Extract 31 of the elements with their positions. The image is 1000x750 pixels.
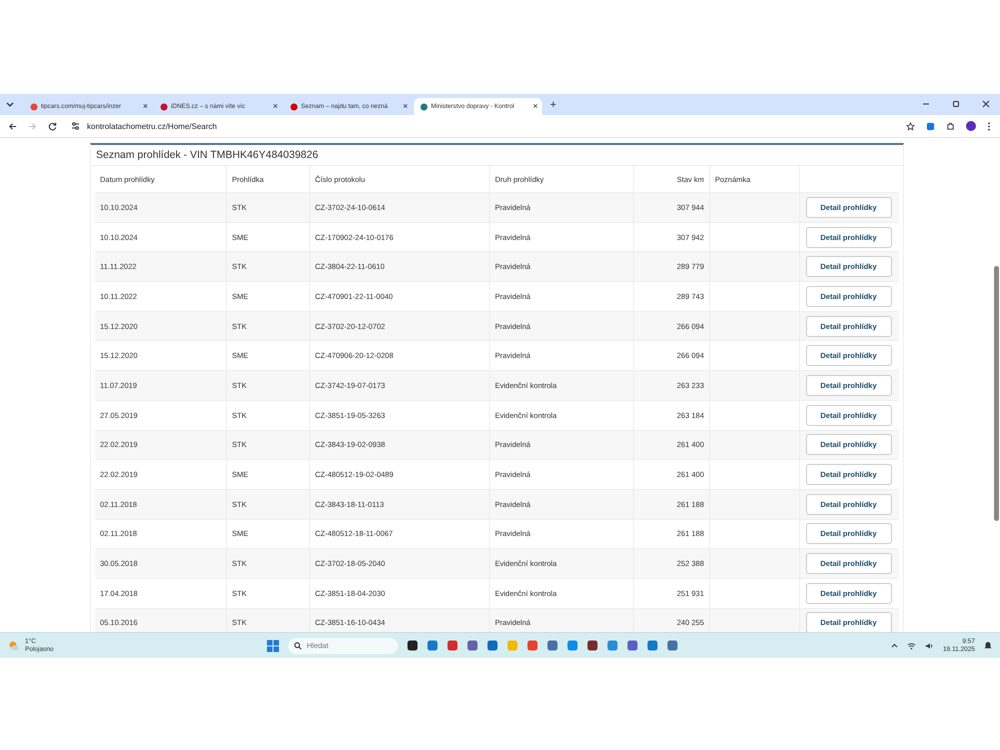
- favicon-icon: [420, 102, 428, 110]
- site-settings-icon[interactable]: [71, 122, 80, 130]
- close-tab-button[interactable]: ×: [532, 102, 538, 111]
- windows-start-icon[interactable]: [266, 640, 279, 652]
- close-icon[interactable]: [982, 100, 990, 108]
- avatar-icon[interactable]: [966, 121, 976, 131]
- address-bar[interactable]: kontrolatachometru.cz/Home/Search: [68, 118, 715, 134]
- favicon-icon: [30, 102, 38, 110]
- star-icon[interactable]: [906, 122, 915, 130]
- reload-icon[interactable]: [48, 122, 57, 130]
- app-icon[interactable]: [586, 640, 598, 651]
- scrollbar-thumb[interactable]: [994, 266, 999, 521]
- chevron-up-icon[interactable]: [890, 643, 898, 648]
- favicon-icon: [160, 102, 168, 110]
- back-icon[interactable]: [8, 122, 17, 130]
- tab-list-icon[interactable]: [6, 102, 14, 108]
- close-tab-button[interactable]: ×: [402, 102, 408, 111]
- wifi-icon[interactable]: [906, 642, 916, 650]
- menu-icon[interactable]: [987, 122, 991, 130]
- restore-icon[interactable]: [952, 100, 960, 108]
- favicon-icon: [290, 102, 298, 110]
- notification-icon[interactable]: [984, 641, 992, 650]
- new-tab-button[interactable]: +: [550, 99, 556, 111]
- speaker-icon[interactable]: [924, 642, 934, 650]
- puzzle-icon[interactable]: [946, 122, 955, 130]
- close-tab-button[interactable]: ×: [142, 102, 148, 111]
- panel-title: Seznam prohlídek - VIN TMBHK46Y484039826: [91, 145, 903, 166]
- app-icon[interactable]: [406, 640, 418, 651]
- extension-icon[interactable]: [926, 122, 935, 130]
- search-icon: [294, 642, 302, 650]
- close-tab-button[interactable]: ×: [272, 102, 278, 111]
